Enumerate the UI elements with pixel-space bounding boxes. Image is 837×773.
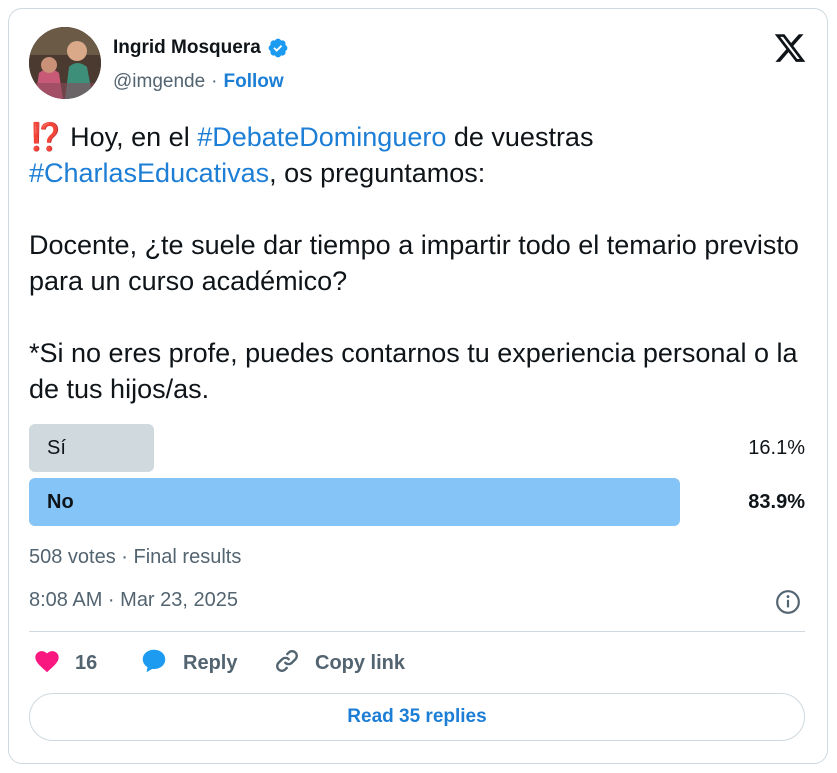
tweet-note: *Si no eres profe, puedes contarnos tu e…: [29, 338, 806, 404]
poll-option-label: Sí: [47, 437, 66, 459]
avatar[interactable]: [29, 27, 101, 99]
author-name-row: Ingrid Mosquera: [113, 37, 289, 59]
reply-label: Reply: [183, 651, 238, 674]
x-logo-icon[interactable]: [773, 31, 807, 65]
hashtag-link[interactable]: #CharlasEducativas: [29, 158, 269, 188]
interrobang-emoji: ⁉️: [29, 122, 63, 152]
poll-option-label: No: [47, 491, 74, 513]
poll-option: Sí 16.1%: [29, 424, 805, 472]
link-icon: [273, 647, 301, 680]
read-replies-button[interactable]: Read 35 replies: [29, 693, 805, 741]
like-button[interactable]: 16: [33, 645, 97, 681]
separator-dot: ·: [211, 71, 218, 92]
poll-option-percent: 83.9%: [748, 491, 805, 513]
copy-link-label: Copy link: [315, 651, 406, 674]
divider: [29, 631, 805, 632]
poll-option: No 83.9%: [29, 478, 805, 526]
like-count: 16: [75, 651, 98, 674]
hashtag-link[interactable]: #DebateDominguero: [197, 122, 446, 152]
poll-option-percent: 16.1%: [748, 437, 805, 459]
read-replies-label: Read 35 replies: [347, 706, 487, 727]
author-handle[interactable]: @imgende: [113, 71, 205, 93]
reply-icon: [139, 646, 169, 681]
tweet-text-part: Hoy, en el: [62, 122, 198, 152]
author-name[interactable]: Ingrid Mosquera: [113, 37, 261, 59]
tweet-header: Ingrid Mosquera @imgende · Follow: [29, 27, 809, 99]
author-handle-row: @imgende · Follow: [113, 71, 284, 93]
poll-summary: 508 votes · Final results: [29, 546, 242, 568]
follow-button[interactable]: Follow: [224, 71, 284, 93]
action-bar: 16 Reply Copy link: [29, 645, 809, 681]
tweet-card: Ingrid Mosquera @imgende · Follow ⁉️ Hoy…: [8, 8, 828, 764]
heart-icon: [33, 647, 61, 680]
reply-button[interactable]: Reply: [139, 645, 237, 681]
tweet-text-part: de vuestras: [446, 122, 594, 152]
tweet-text: ⁉️ Hoy, en el #DebateDominguero de vuest…: [29, 119, 809, 407]
tweet-question: Docente, ¿te suele dar tiempo a impartir…: [29, 230, 807, 296]
verified-badge-icon: [267, 37, 289, 59]
info-icon[interactable]: [775, 589, 801, 615]
tweet-text-part: , os preguntamos:: [269, 158, 486, 188]
copy-link-button[interactable]: Copy link: [273, 645, 405, 681]
poll-bar: [29, 478, 681, 526]
tweet-timestamp[interactable]: 8:08 AM · Mar 23, 2025: [29, 589, 238, 612]
